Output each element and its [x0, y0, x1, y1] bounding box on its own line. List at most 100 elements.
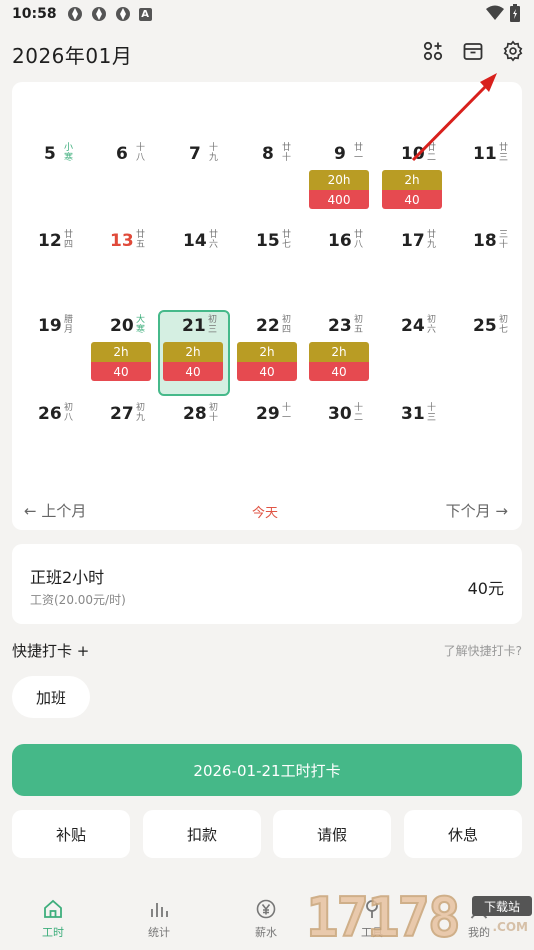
- lunar-date: 廿一: [354, 143, 364, 163]
- calendar-day[interactable]: 9 廿一 20h 400: [306, 140, 378, 226]
- home-icon: [44, 899, 62, 918]
- calendar-day[interactable]: 10 廿二 2h 40: [379, 140, 451, 226]
- day-hours-badge: 2h: [309, 342, 369, 362]
- clockin-button[interactable]: 2026-01-21工时打卡: [12, 744, 522, 796]
- day-hours-badge: 2h: [91, 342, 151, 362]
- day-pay-badge: 40: [91, 362, 151, 381]
- aperture-icon: [67, 6, 83, 22]
- lunar-date: 廿四: [64, 230, 74, 250]
- quick-clockin-label[interactable]: 快捷打卡 +: [12, 642, 89, 660]
- day-number: 14: [183, 231, 207, 251]
- summary-amount: 40元: [467, 579, 504, 598]
- lunar-date: 廿五: [136, 230, 146, 250]
- calendar-day[interactable]: 17 廿九: [379, 227, 451, 313]
- calendar-day[interactable]: 28 初十: [161, 400, 233, 486]
- day-number: 8: [262, 144, 274, 164]
- lunar-date: 十八: [136, 143, 146, 163]
- lunar-date: 廿三: [499, 143, 509, 163]
- tab-label: 薪水: [255, 926, 277, 939]
- site-watermark: 17178 下载站 .COM: [304, 885, 534, 950]
- prev-month-button[interactable]: ← 上个月: [24, 500, 86, 521]
- calendar-day[interactable]: 20 大寒 2h 40: [88, 312, 160, 398]
- calendar-day[interactable]: 30 十二: [306, 400, 378, 486]
- calendar-day[interactable]: 23 初五 2h 40: [306, 312, 378, 398]
- day-number: 7: [189, 144, 201, 164]
- calendar-day[interactable]: 11 廿三: [451, 140, 523, 226]
- subsidy-button[interactable]: 补贴: [12, 810, 130, 858]
- deduction-button[interactable]: 扣款: [143, 810, 261, 858]
- lunar-date: 大寒: [136, 315, 146, 335]
- lunar-date: 初八: [64, 403, 74, 423]
- calendar-day[interactable]: 29 十一: [234, 400, 306, 486]
- day-number: 19: [38, 316, 62, 336]
- calendar-day[interactable]: 26 初八: [16, 400, 88, 486]
- lunar-date: 初四: [282, 315, 292, 335]
- tab-statistics[interactable]: 统计: [129, 898, 189, 940]
- day-number: 20: [110, 316, 134, 336]
- lunar-date: 廿九: [427, 230, 437, 250]
- lunar-date: 小寒: [64, 143, 74, 163]
- settings-icon[interactable]: [502, 40, 524, 62]
- calendar-day[interactable]: 12 廿四: [16, 227, 88, 313]
- archive-icon[interactable]: [462, 40, 484, 62]
- lunar-date: 十三: [427, 403, 437, 423]
- keyboard-badge-icon: A: [138, 7, 152, 21]
- lunar-date: 廿十: [282, 143, 292, 163]
- day-summary-card[interactable]: 正班2小时 工资(20.00元/时) 40元: [12, 544, 522, 624]
- calendar-day[interactable]: 6 十八: [88, 140, 160, 226]
- lunar-date: 十一: [282, 403, 292, 423]
- calendar-day[interactable]: 16 廿八: [306, 227, 378, 313]
- tab-worktime[interactable]: 工时: [23, 898, 83, 940]
- calendar-day[interactable]: 25 初七: [451, 312, 523, 398]
- day-number: 15: [256, 231, 280, 251]
- watermark-domain: .COM: [492, 920, 528, 934]
- apps-add-icon[interactable]: [422, 40, 444, 62]
- lunar-date: 腊月: [64, 315, 74, 335]
- tab-salary[interactable]: 薪水: [236, 898, 296, 940]
- wifi-icon: [486, 5, 504, 25]
- calendar-day[interactable]: 24 初六: [379, 312, 451, 398]
- lunar-date: 初九: [136, 403, 146, 423]
- day-number: 17: [401, 231, 425, 251]
- day-number: 5: [44, 144, 56, 164]
- day-number: 23: [328, 316, 352, 336]
- today-button[interactable]: 今天: [252, 502, 278, 521]
- lunar-date: 廿八: [354, 230, 364, 250]
- quick-clockin-help-link[interactable]: 了解快捷打卡?: [444, 642, 522, 659]
- day-number: 13: [110, 231, 134, 251]
- calendar-day[interactable]: 8 廿十: [234, 140, 306, 226]
- calendar-day[interactable]: 7 十九: [161, 140, 233, 226]
- day-hours-badge: 20h: [309, 170, 369, 190]
- calendar-day[interactable]: 5 小寒: [16, 140, 88, 226]
- tab-label: 统计: [148, 926, 170, 939]
- lunar-date: 初十: [209, 403, 219, 423]
- calendar-day[interactable]: 18 三十: [451, 227, 523, 313]
- day-pay-badge: 400: [309, 190, 369, 209]
- battery-icon: [510, 4, 520, 26]
- calendar-day[interactable]: 31 十三: [379, 400, 451, 486]
- lunar-date: 廿七: [282, 230, 292, 250]
- day-number: 26: [38, 404, 62, 424]
- summary-title: 正班2小时: [30, 568, 105, 587]
- bar-chart-icon: [151, 903, 168, 917]
- overtime-chip[interactable]: 加班: [12, 676, 90, 718]
- watermark-text: 17178: [305, 885, 462, 950]
- calendar-day[interactable]: 27 初九: [88, 400, 160, 486]
- day-number: 9: [334, 144, 346, 164]
- calendar-day[interactable]: 19 腊月: [16, 312, 88, 398]
- lunar-date: 初六: [427, 315, 437, 335]
- calendar-day[interactable]: 14 廿六: [161, 227, 233, 313]
- leave-button[interactable]: 请假: [273, 810, 391, 858]
- next-month-button[interactable]: 下个月 →: [446, 500, 508, 521]
- calendar-card: 5 小寒 6 十八 7 十九 8 廿十 9 廿一 20h 400 10 廿二 2h 40 11 廿三 12 廿四 13 廿…: [12, 82, 522, 530]
- calendar-day[interactable]: 15 廿七: [234, 227, 306, 313]
- calendar-day-selected[interactable]: 21 初三 2h 40: [158, 310, 230, 396]
- aperture-icon: [91, 6, 107, 22]
- day-number: 30: [328, 404, 352, 424]
- lunar-date: 初七: [499, 315, 509, 335]
- calendar-day[interactable]: 22 初四 2h 40: [234, 312, 306, 398]
- rest-button[interactable]: 休息: [404, 810, 522, 858]
- day-number: 18: [473, 231, 497, 251]
- calendar-day[interactable]: 13 廿五: [88, 227, 160, 313]
- day-pay-badge: 40: [382, 190, 442, 209]
